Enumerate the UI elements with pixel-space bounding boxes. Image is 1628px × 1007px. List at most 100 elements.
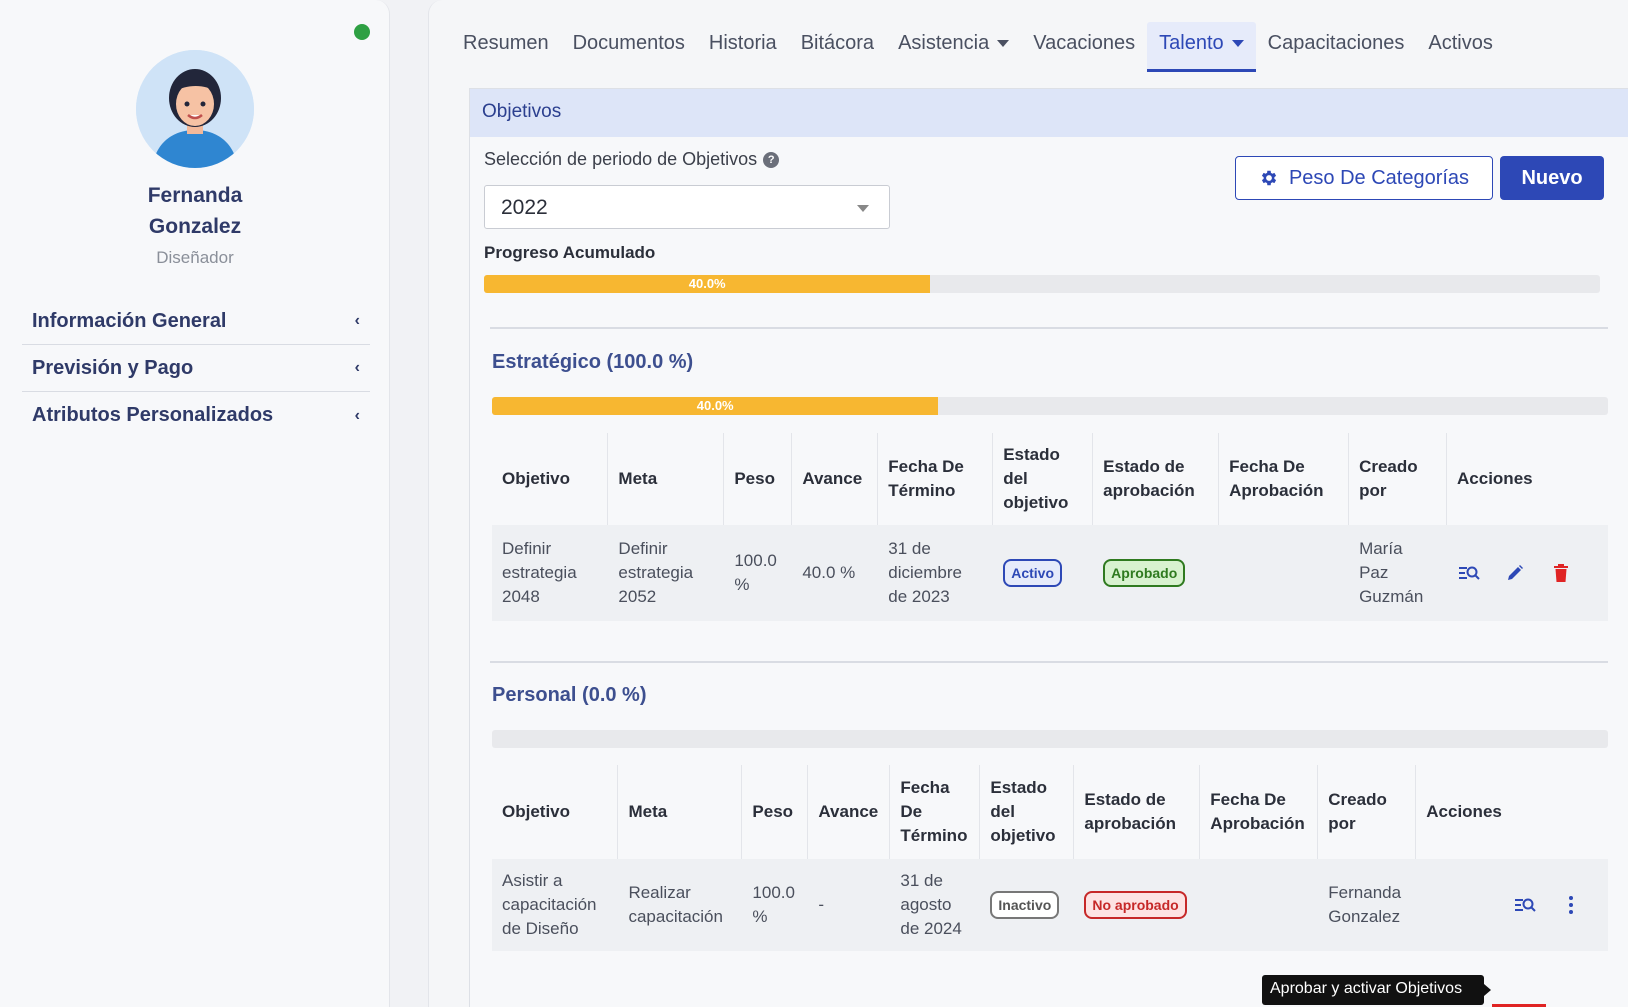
tab-documentos[interactable]: Documentos: [561, 22, 697, 72]
tab-capacitaciones[interactable]: Capacitaciones: [1256, 22, 1417, 72]
tab-historia[interactable]: Historia: [697, 22, 789, 72]
sidebar-item-atributos-personalizados[interactable]: Atributos Personalizados ‹: [22, 392, 370, 439]
accumulated-progress-bar: 40.0%: [484, 275, 1600, 293]
section-divider: [490, 661, 1608, 663]
cell-aprobacion: Aprobado: [1092, 525, 1220, 621]
tab-label: Talento: [1159, 32, 1224, 54]
column-header: Creado por: [1348, 433, 1448, 525]
cell-objetivo: Asistir a capacitación de Diseño: [492, 859, 619, 951]
column-header: Fecha De Aprobación: [1218, 433, 1350, 525]
column-header: Peso: [723, 433, 793, 525]
strategic-objectives-table: Objetivo Meta Peso Avance Fecha De Térmi…: [492, 433, 1608, 621]
cell-aprobacion: No aprobado: [1073, 859, 1201, 951]
view-details-icon[interactable]: [1457, 561, 1481, 585]
column-header: Estado del objetivo: [979, 765, 1075, 859]
profile-sidebar: Fernanda Gonzalez Diseñador Información …: [0, 0, 390, 1007]
category-weights-label: Peso De Categorías: [1288, 166, 1470, 189]
column-header: Estado del objetivo: [992, 433, 1094, 525]
tab-bar: Resumen Documentos Historia Bitácora Asi…: [451, 22, 1505, 72]
tab-label: Asistencia: [898, 32, 990, 54]
delete-trash-icon[interactable]: [1549, 561, 1573, 585]
card-title: Objetivos: [470, 89, 1628, 137]
strategic-progress-bar: 40.0%: [492, 397, 1608, 415]
column-header: Acciones: [1446, 433, 1608, 525]
cell-avance: 40.0 %: [791, 525, 879, 621]
cell-fecha-termino: 31 de diciembre de 2023: [877, 525, 994, 621]
caret-down-icon: [1231, 40, 1244, 48]
tab-bitacora[interactable]: Bitácora: [789, 22, 886, 72]
approval-badge: No aprobado: [1084, 891, 1187, 919]
chevron-left-icon: ‹: [354, 359, 360, 376]
column-header: Fecha De Término: [889, 765, 981, 859]
cell-creado-por: Fernanda Gonzalez: [1317, 859, 1417, 951]
caret-down-icon: [997, 40, 1010, 48]
tab-activos[interactable]: Activos: [1416, 22, 1504, 72]
personal-progress-bar: [492, 730, 1608, 748]
status-badge: Activo: [1003, 559, 1063, 587]
cell-acciones: [1415, 859, 1608, 951]
objectives-card: Objetivos Selección de periodo de Objeti…: [469, 88, 1628, 1007]
cell-fecha-aprobacion: [1199, 859, 1319, 951]
table-row: Definir estrategia 2048 Definir estrateg…: [492, 525, 1608, 621]
status-badge: Inactivo: [990, 891, 1060, 919]
period-label: Selección de periodo de Objetivos?: [484, 149, 780, 170]
sidebar-item-informacion-general[interactable]: Información General ‹: [22, 298, 370, 345]
table-header-row: Objetivo Meta Peso Avance Fecha De Térmi…: [492, 433, 1608, 525]
column-header: Objetivo: [492, 765, 619, 859]
cell-creado-por: María Paz Guzmán: [1348, 525, 1448, 621]
edit-pencil-icon[interactable]: [1503, 561, 1527, 585]
cell-fecha-termino: 31 de agosto de 2024: [889, 859, 981, 951]
avatar: [136, 50, 254, 168]
column-header: Avance: [807, 765, 891, 859]
help-icon[interactable]: ?: [763, 152, 780, 169]
strategic-section-title: Estratégico (100.0 %): [492, 351, 694, 373]
column-header: Meta: [607, 433, 725, 525]
column-header: Avance: [791, 433, 879, 525]
column-header: Peso: [741, 765, 809, 859]
chevron-left-icon: ‹: [354, 312, 360, 329]
cell-avance: -: [807, 859, 891, 951]
category-weights-button[interactable]: Peso De Categorías: [1235, 156, 1493, 200]
new-objective-button[interactable]: Nuevo: [1500, 156, 1604, 200]
column-header: Objetivo: [492, 433, 609, 525]
cell-acciones: [1446, 525, 1608, 621]
column-header: Estado de aprobación: [1073, 765, 1201, 859]
column-header: Creado por: [1317, 765, 1417, 859]
cell-peso: 100.0 %: [723, 525, 793, 621]
approve-tooltip: Aprobar y activar Objetivos: [1262, 975, 1491, 1005]
gear-icon: [1261, 170, 1277, 186]
personal-section-title: Personal (0.0 %): [492, 684, 647, 706]
cell-estado: Activo: [992, 525, 1094, 621]
strategic-progress-fill: 40.0%: [492, 397, 939, 415]
period-label-text: Selección de periodo de Objetivos: [484, 149, 758, 169]
online-status-indicator: [354, 24, 370, 40]
approval-badge: Aprobado: [1103, 559, 1186, 587]
sidebar-item-label: Previsión y Pago: [32, 356, 194, 379]
column-header: Meta: [617, 765, 743, 859]
sidebar-item-label: Información General: [32, 309, 227, 332]
column-header: Estado de aprobación: [1092, 433, 1220, 525]
more-vertical-icon[interactable]: [1559, 893, 1583, 917]
table-header-row: Objetivo Meta Peso Avance Fecha De Térmi…: [492, 765, 1608, 859]
progress-label: Progreso Acumulado: [484, 243, 656, 262]
cell-fecha-aprobacion: [1218, 525, 1350, 621]
section-divider: [490, 327, 1608, 329]
table-row: Asistir a capacitación de Diseño Realiza…: [492, 859, 1608, 951]
cell-estado: Inactivo: [979, 859, 1075, 951]
employee-role: Diseñador: [156, 248, 234, 267]
personal-objectives-table: Objetivo Meta Peso Avance Fecha De Térmi…: [492, 765, 1608, 951]
cell-meta: Definir estrategia 2052: [607, 525, 725, 621]
tab-talento[interactable]: Talento: [1147, 22, 1256, 72]
view-details-icon[interactable]: [1513, 893, 1537, 917]
chevron-left-icon: ‹: [354, 406, 360, 424]
period-select[interactable]: 2022: [484, 185, 890, 229]
sidebar-menu: Información General ‹ Previsión y Pago ‹…: [22, 298, 370, 439]
sidebar-item-prevision-pago[interactable]: Previsión y Pago ‹: [22, 345, 370, 392]
column-header: Fecha De Término: [877, 433, 994, 525]
column-header: Acciones: [1415, 765, 1608, 859]
tab-vacaciones[interactable]: Vacaciones: [1021, 22, 1147, 72]
tab-resumen[interactable]: Resumen: [451, 22, 561, 72]
cell-meta: Realizar capacitación: [617, 859, 743, 951]
tab-asistencia[interactable]: Asistencia: [886, 22, 1021, 72]
column-header: Fecha De Aprobación: [1199, 765, 1319, 859]
